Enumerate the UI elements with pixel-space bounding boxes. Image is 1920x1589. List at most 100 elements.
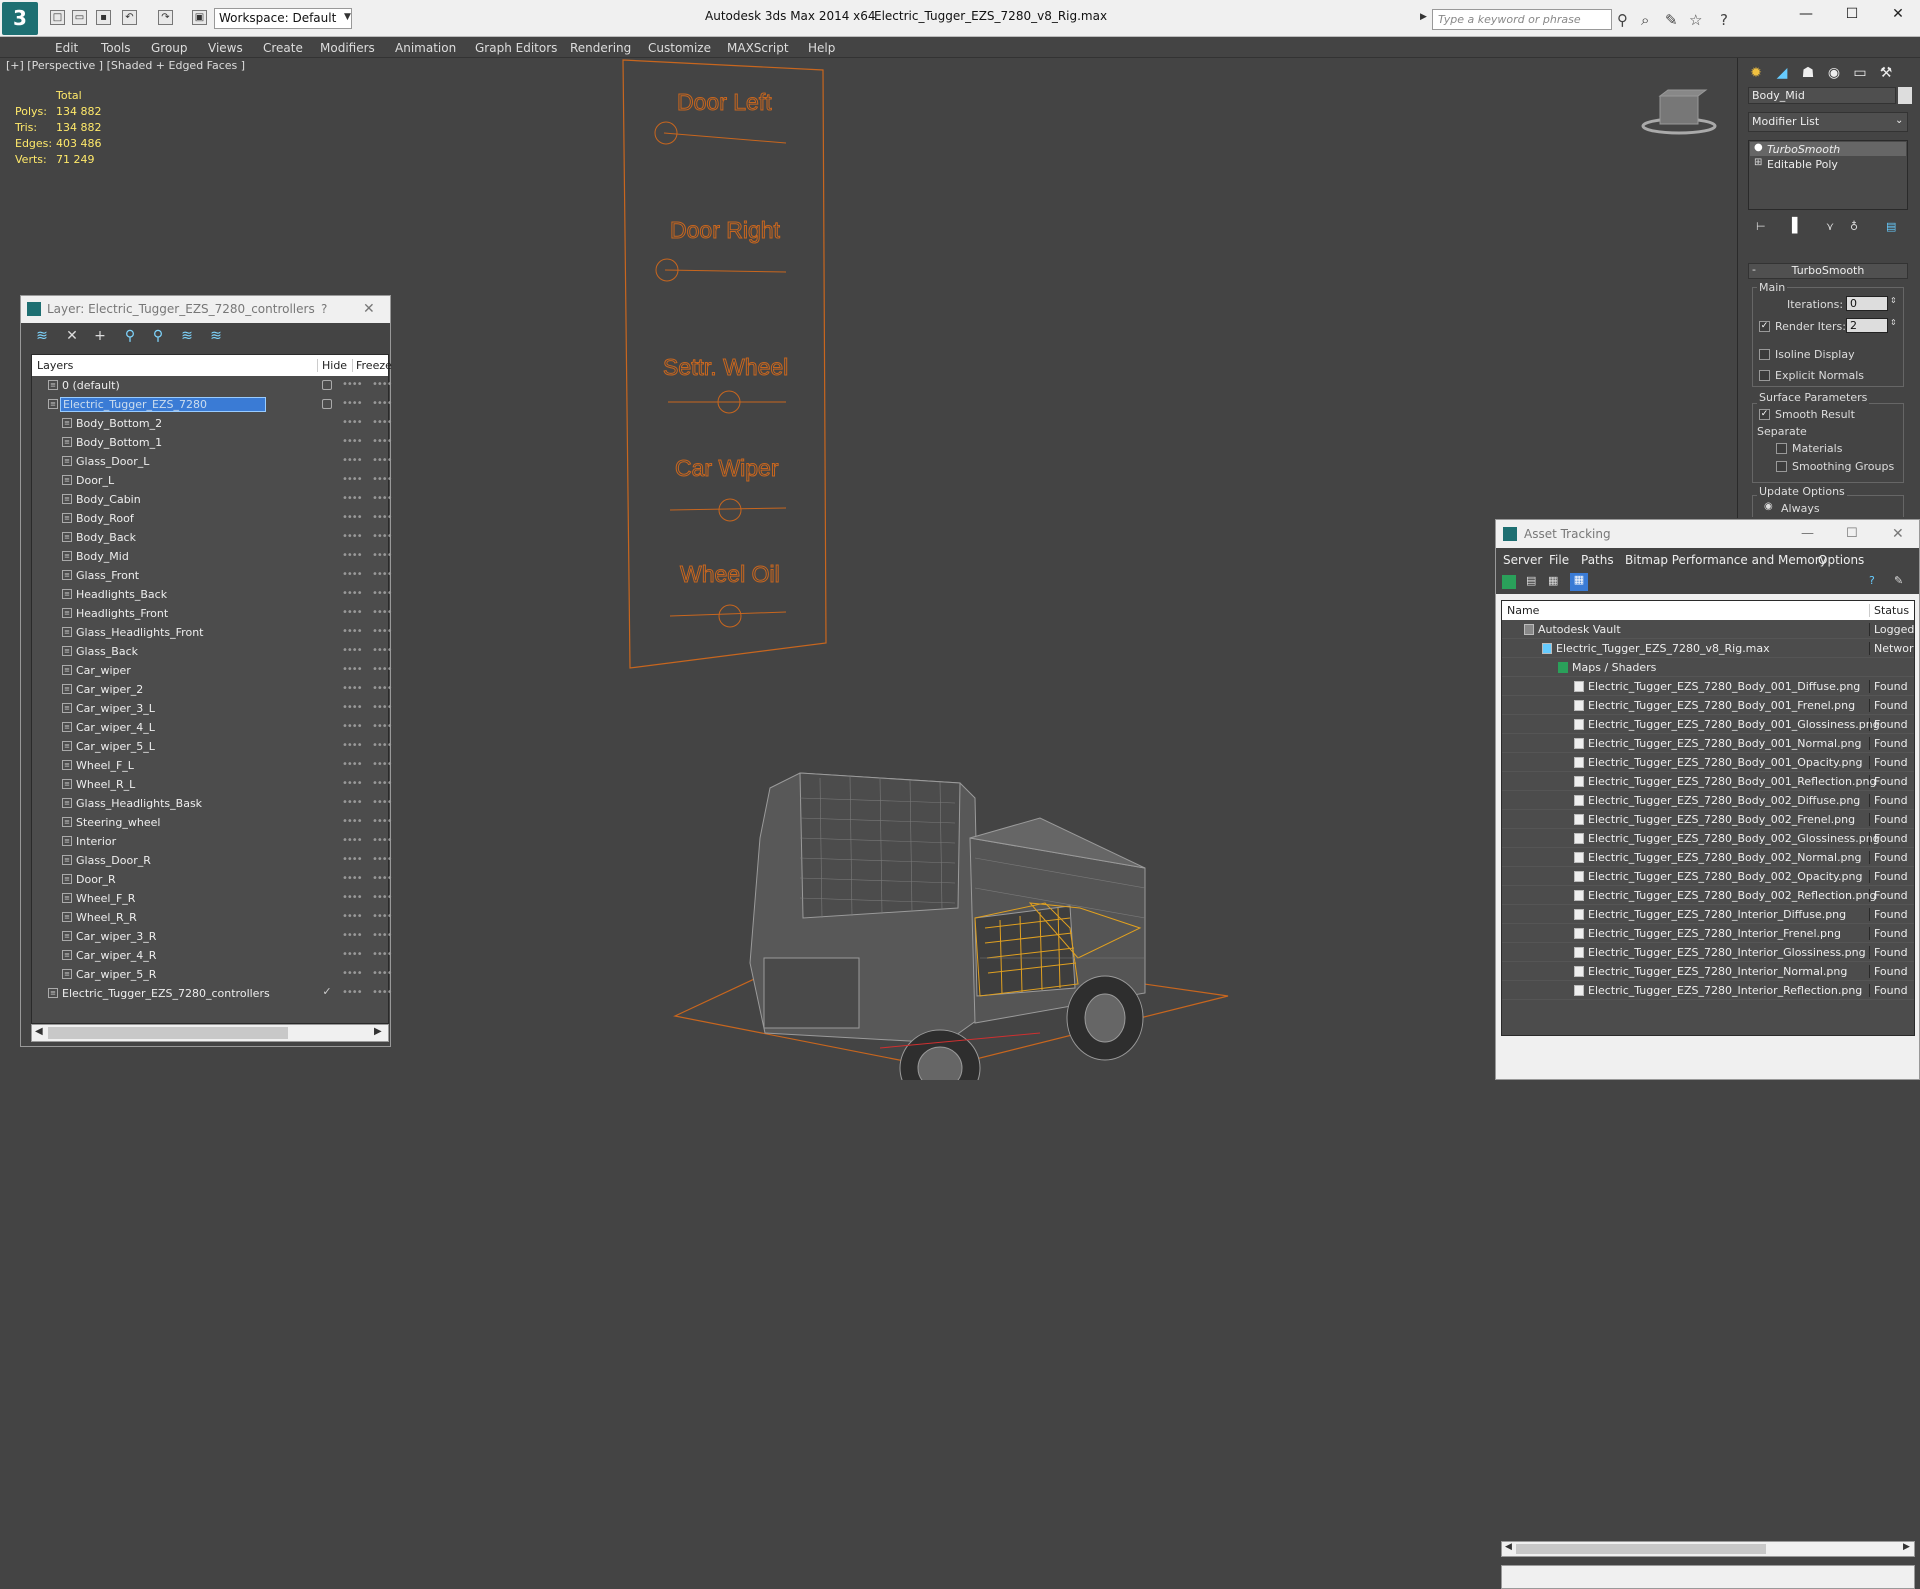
freeze-toggle[interactable]: ••••: [372, 778, 393, 789]
asset-close-icon[interactable]: ✕: [1892, 520, 1904, 548]
object-name-field[interactable]: Body_Mid: [1748, 87, 1896, 104]
col-name[interactable]: Name: [1507, 604, 1539, 617]
asset-row[interactable]: Electric_Tugger_EZS_7280_Body_001_Glossi…: [1502, 715, 1914, 734]
layer-row[interactable]: ≡ Car_wiper_3_R •••• ••••: [32, 927, 393, 946]
asset-menu-options[interactable]: Options: [1818, 553, 1864, 567]
layer-row[interactable]: ≡ Body_Roof •••• ••••: [32, 509, 393, 528]
asset-row[interactable]: Electric_Tugger_EZS_7280_Body_002_Glossi…: [1502, 829, 1914, 848]
communication-center-icon[interactable]: ✎: [1665, 11, 1678, 29]
freeze-toggle[interactable]: ••••: [372, 759, 393, 770]
hide-toggle[interactable]: ••••: [342, 531, 363, 542]
iterations-spinner[interactable]: 0: [1846, 296, 1888, 311]
asset-row[interactable]: Electric_Tugger_EZS_7280_Body_001_Reflec…: [1502, 772, 1914, 791]
viewcube-icon[interactable]: [1641, 89, 1717, 135]
freeze-toggle[interactable]: ••••: [372, 531, 393, 542]
workspace-dropdown[interactable]: Workspace: Default: [214, 8, 352, 29]
asset-horizontal-scrollbar[interactable]: ◀ ▶: [1501, 1541, 1915, 1557]
delete-layer-icon[interactable]: ✕: [63, 328, 81, 346]
detail-view-icon[interactable]: ▦: [1548, 574, 1558, 587]
utilities-tab-icon[interactable]: ⚒: [1874, 62, 1898, 84]
layer-row[interactable]: ≡ Car_wiper_3_L •••• ••••: [32, 699, 393, 718]
asset-maximize-icon[interactable]: ☐: [1846, 520, 1858, 548]
freeze-toggle[interactable]: ••••: [372, 797, 393, 808]
freeze-all-layers-icon[interactable]: ≋: [207, 328, 225, 346]
menu-graph-editors[interactable]: Graph Editors: [475, 41, 557, 55]
freeze-toggle[interactable]: ••••: [372, 474, 393, 485]
freeze-toggle[interactable]: ••••: [372, 512, 393, 523]
table-view-icon[interactable]: ▦: [1570, 573, 1588, 591]
layer-row[interactable]: ≡ Glass_Door_R •••• ••••: [32, 851, 393, 870]
freeze-toggle[interactable]: ••••: [372, 493, 393, 504]
asset-menu-file[interactable]: File: [1549, 553, 1569, 567]
open-file-icon[interactable]: ▭: [72, 10, 87, 25]
hide-toggle[interactable]: ••••: [342, 474, 363, 485]
motion-tab-icon[interactable]: ◉: [1822, 62, 1846, 84]
menu-rendering[interactable]: Rendering: [570, 41, 631, 55]
search-icon[interactable]: ⌕: [1641, 11, 1649, 29]
pin-stack-icon[interactable]: ⊢: [1756, 220, 1766, 233]
col-layers[interactable]: Layers: [37, 359, 73, 372]
maximize-window-icon[interactable]: ☐: [1838, 6, 1866, 28]
materials-checkbox[interactable]: [1776, 443, 1787, 454]
freeze-toggle[interactable]: ••••: [372, 550, 393, 561]
hide-toggle[interactable]: ••••: [342, 664, 363, 675]
hide-toggle[interactable]: ••••: [342, 493, 363, 504]
menu-maxscript[interactable]: MAXScript: [727, 41, 789, 55]
layer-row[interactable]: ≡ Wheel_R_R •••• ••••: [32, 908, 393, 927]
layer-row[interactable]: ≡ Steering_wheel •••• ••••: [32, 813, 393, 832]
layer-row[interactable]: ≡ Wheel_F_L •••• ••••: [32, 756, 393, 775]
close-window-icon[interactable]: ✕: [1884, 6, 1912, 28]
freeze-toggle[interactable]: ••••: [372, 417, 393, 428]
layer-row[interactable]: ≡ 0 (default) •••• ••••: [32, 376, 393, 395]
asset-help-icon[interactable]: ?: [1869, 574, 1875, 587]
hierarchy-tab-icon[interactable]: ☗: [1796, 62, 1820, 84]
highlight-selected-icon[interactable]: ⚲: [149, 328, 167, 346]
create-tab-icon[interactable]: ✹: [1744, 62, 1768, 84]
hide-toggle[interactable]: ••••: [342, 816, 363, 827]
freeze-toggle[interactable]: ••••: [372, 892, 393, 903]
undo-icon[interactable]: ↶: [122, 10, 137, 25]
asset-row[interactable]: Electric_Tugger_EZS_7280_Interior_Normal…: [1502, 962, 1914, 981]
display-tab-icon[interactable]: ▭: [1848, 62, 1872, 84]
asset-tips-icon[interactable]: ✎: [1894, 574, 1903, 587]
asset-row[interactable]: Electric_Tugger_EZS_7280_Interior_Diffus…: [1502, 905, 1914, 924]
hide-toggle[interactable]: ••••: [342, 550, 363, 561]
layer-row[interactable]: ≡ Electric_Tugger_EZS_7280 •••• ••••: [32, 395, 393, 414]
hide-all-layers-icon[interactable]: ≋: [178, 328, 196, 346]
hide-toggle[interactable]: ••••: [342, 645, 363, 656]
asset-row[interactable]: Electric_Tugger_EZS_7280_Body_001_Diffus…: [1502, 677, 1914, 696]
freeze-toggle[interactable]: ••••: [372, 436, 393, 447]
render-iters-spin-arrows-icon[interactable]: ⇕: [1890, 318, 1897, 327]
hide-toggle[interactable]: ••••: [342, 835, 363, 846]
hide-toggle[interactable]: ••••: [342, 968, 363, 979]
layer-close-icon[interactable]: ✕: [363, 296, 375, 323]
current-layer-toggle[interactable]: [322, 380, 332, 390]
freeze-toggle[interactable]: ••••: [372, 930, 393, 941]
asset-row[interactable]: Electric_Tugger_EZS_7280_Interior_Glossi…: [1502, 943, 1914, 962]
smoothing-groups-checkbox[interactable]: [1776, 461, 1787, 472]
freeze-toggle[interactable]: ••••: [372, 379, 393, 390]
layer-row[interactable]: ≡ Door_R •••• ••••: [32, 870, 393, 889]
freeze-toggle[interactable]: ••••: [372, 702, 393, 713]
hide-toggle[interactable]: ••••: [342, 379, 363, 390]
hide-toggle[interactable]: ••••: [342, 759, 363, 770]
controller-knob-car-wiper[interactable]: [718, 498, 742, 522]
hide-toggle[interactable]: ••••: [342, 417, 363, 428]
layer-row[interactable]: ≡ Glass_Back •••• ••••: [32, 642, 393, 661]
asset-row[interactable]: Electric_Tugger_EZS_7280_Body_002_Diffus…: [1502, 791, 1914, 810]
layer-horizontal-scrollbar[interactable]: ◀ ▶: [31, 1024, 389, 1042]
app-logo-icon[interactable]: 3: [2, 2, 38, 35]
layer-row[interactable]: ≡ Glass_Door_L •••• ••••: [32, 452, 393, 471]
stack-item-turbosmooth[interactable]: TurboSmooth: [1767, 143, 1840, 156]
layer-row[interactable]: ≡ Car_wiper_5_R •••• ••••: [32, 965, 393, 984]
new-file-icon[interactable]: □: [50, 10, 65, 25]
freeze-toggle[interactable]: ••••: [372, 854, 393, 865]
layer-row[interactable]: ≡ Body_Bottom_2 •••• ••••: [32, 414, 393, 433]
modify-tab-icon[interactable]: ◢: [1770, 62, 1794, 84]
stack-item-editable-poly[interactable]: Editable Poly: [1767, 158, 1838, 171]
make-unique-icon[interactable]: ⋎: [1826, 220, 1834, 233]
freeze-toggle[interactable]: ••••: [372, 588, 393, 599]
freeze-toggle[interactable]: ••••: [372, 645, 393, 656]
asset-scrollbar-thumb[interactable]: [1516, 1544, 1766, 1554]
asset-row[interactable]: Electric_Tugger_EZS_7280_v8_Rig.max Netwo…: [1502, 639, 1914, 658]
